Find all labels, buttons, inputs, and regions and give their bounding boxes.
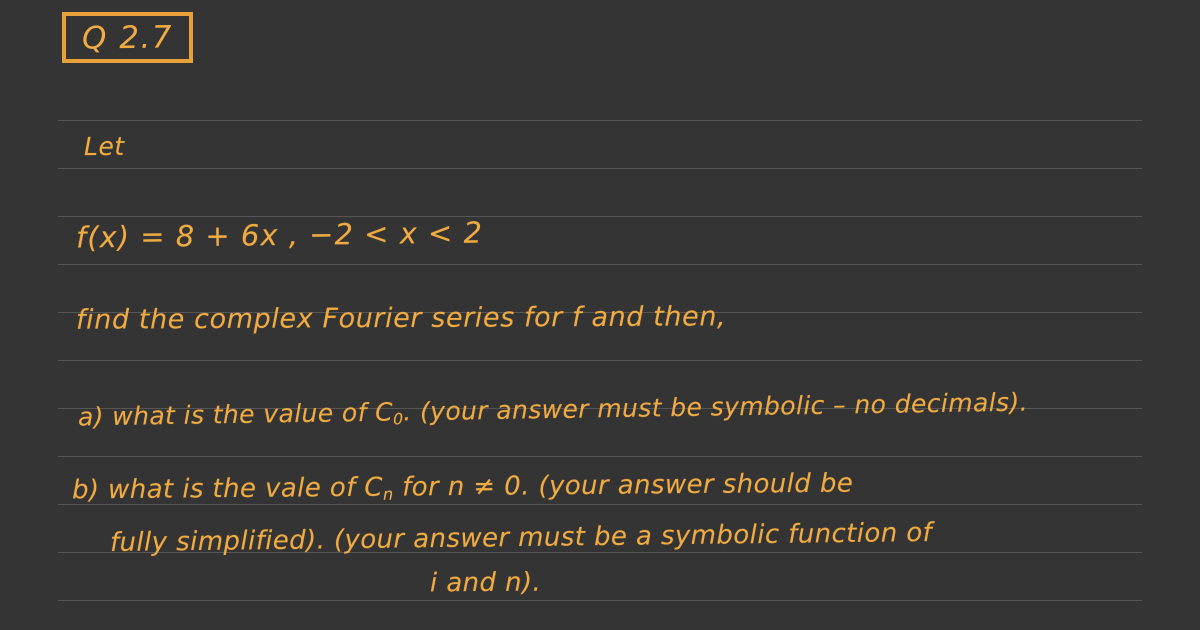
rule-line	[58, 600, 1142, 601]
rule-line	[58, 120, 1142, 121]
line-part-b-second: fully simplified). (your answer must be …	[109, 517, 933, 559]
question-number-box: Q 2.7	[62, 12, 193, 63]
line-instruction: find the complex Fourier series for f an…	[75, 301, 727, 336]
line-part-a: a) what is the value of C0. (your answer…	[77, 387, 1029, 432]
question-number-label: Q 2.7	[81, 19, 174, 56]
rule-line	[58, 216, 1142, 217]
rule-line	[58, 456, 1142, 457]
handwritten-note-canvas: Q 2.7 Let f(x) = 8 + 6x , −2 < x < 2 fin…	[0, 0, 1200, 630]
rule-line	[58, 264, 1142, 265]
line-part-b-third: i and n).	[429, 567, 542, 599]
line-part-b-first: b) what is the vale of Cn for n ≠ 0. (yo…	[71, 468, 854, 506]
rule-line	[58, 360, 1142, 361]
rule-line	[58, 168, 1142, 169]
line-function-definition: f(x) = 8 + 6x , −2 < x < 2	[75, 215, 484, 255]
line-let: Let	[83, 131, 125, 162]
